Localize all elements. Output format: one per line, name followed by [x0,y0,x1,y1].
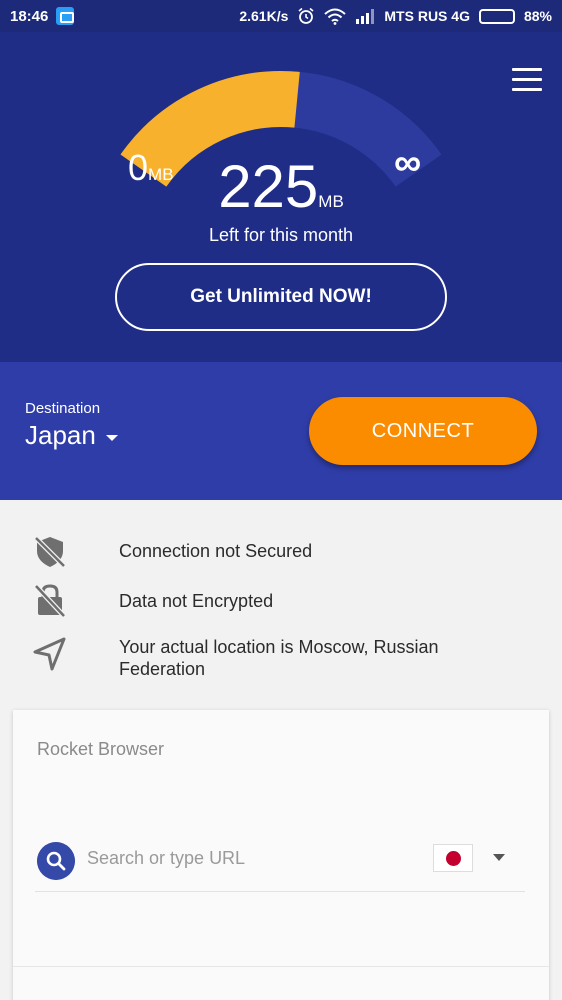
japan-flag-icon[interactable] [433,844,473,872]
destination-panel: Destination Japan CONNECT [0,362,562,500]
destination-selector[interactable]: Japan [25,420,118,451]
get-unlimited-button[interactable]: Get Unlimited NOW! [115,263,447,331]
status-text: Your actual location is Moscow, Russian … [119,637,439,679]
usage-header: 0MB ∞ 225MB Left for this month Get Unli… [0,32,562,362]
signal-icon [356,9,375,24]
connect-button[interactable]: CONNECT [309,397,537,465]
browser-title: Rocket Browser [37,739,165,759]
divider [13,966,549,967]
destination-label: Destination [25,400,101,417]
chevron-down-icon[interactable] [493,854,505,861]
location-arrow-icon [33,637,66,671]
remaining-data: 225MB [0,152,562,221]
destination-value: Japan [25,420,96,450]
carrier-name: MTS RUS 4G [384,8,470,24]
caret-down-icon [105,434,118,441]
status-time: 18:46 [10,7,49,25]
search-icon[interactable] [37,842,75,880]
remaining-label: Left for this month [208,225,354,245]
wifi-icon [324,8,347,25]
network-speed: 2.61K/s [239,8,289,24]
search-input[interactable] [87,848,407,869]
status-bar: 18:46 2.61K/s MTS RUS 4G 88% [0,0,562,32]
status-text: Connection not Secured [119,541,313,561]
battery-icon [478,8,515,24]
alarm-icon [298,7,314,24]
shield-off-icon [34,536,66,568]
browser-card: Rocket Browser [13,710,549,1000]
remaining-value: 225 [218,153,319,220]
battery-percent: 88% [523,8,552,24]
gallery-notification-icon [56,7,75,25]
menu-icon[interactable] [512,68,542,92]
lock-off-icon [34,584,66,618]
search-bar [35,840,525,892]
status-text: Data not Encrypted [119,591,274,611]
remaining-unit: MB [318,192,344,211]
